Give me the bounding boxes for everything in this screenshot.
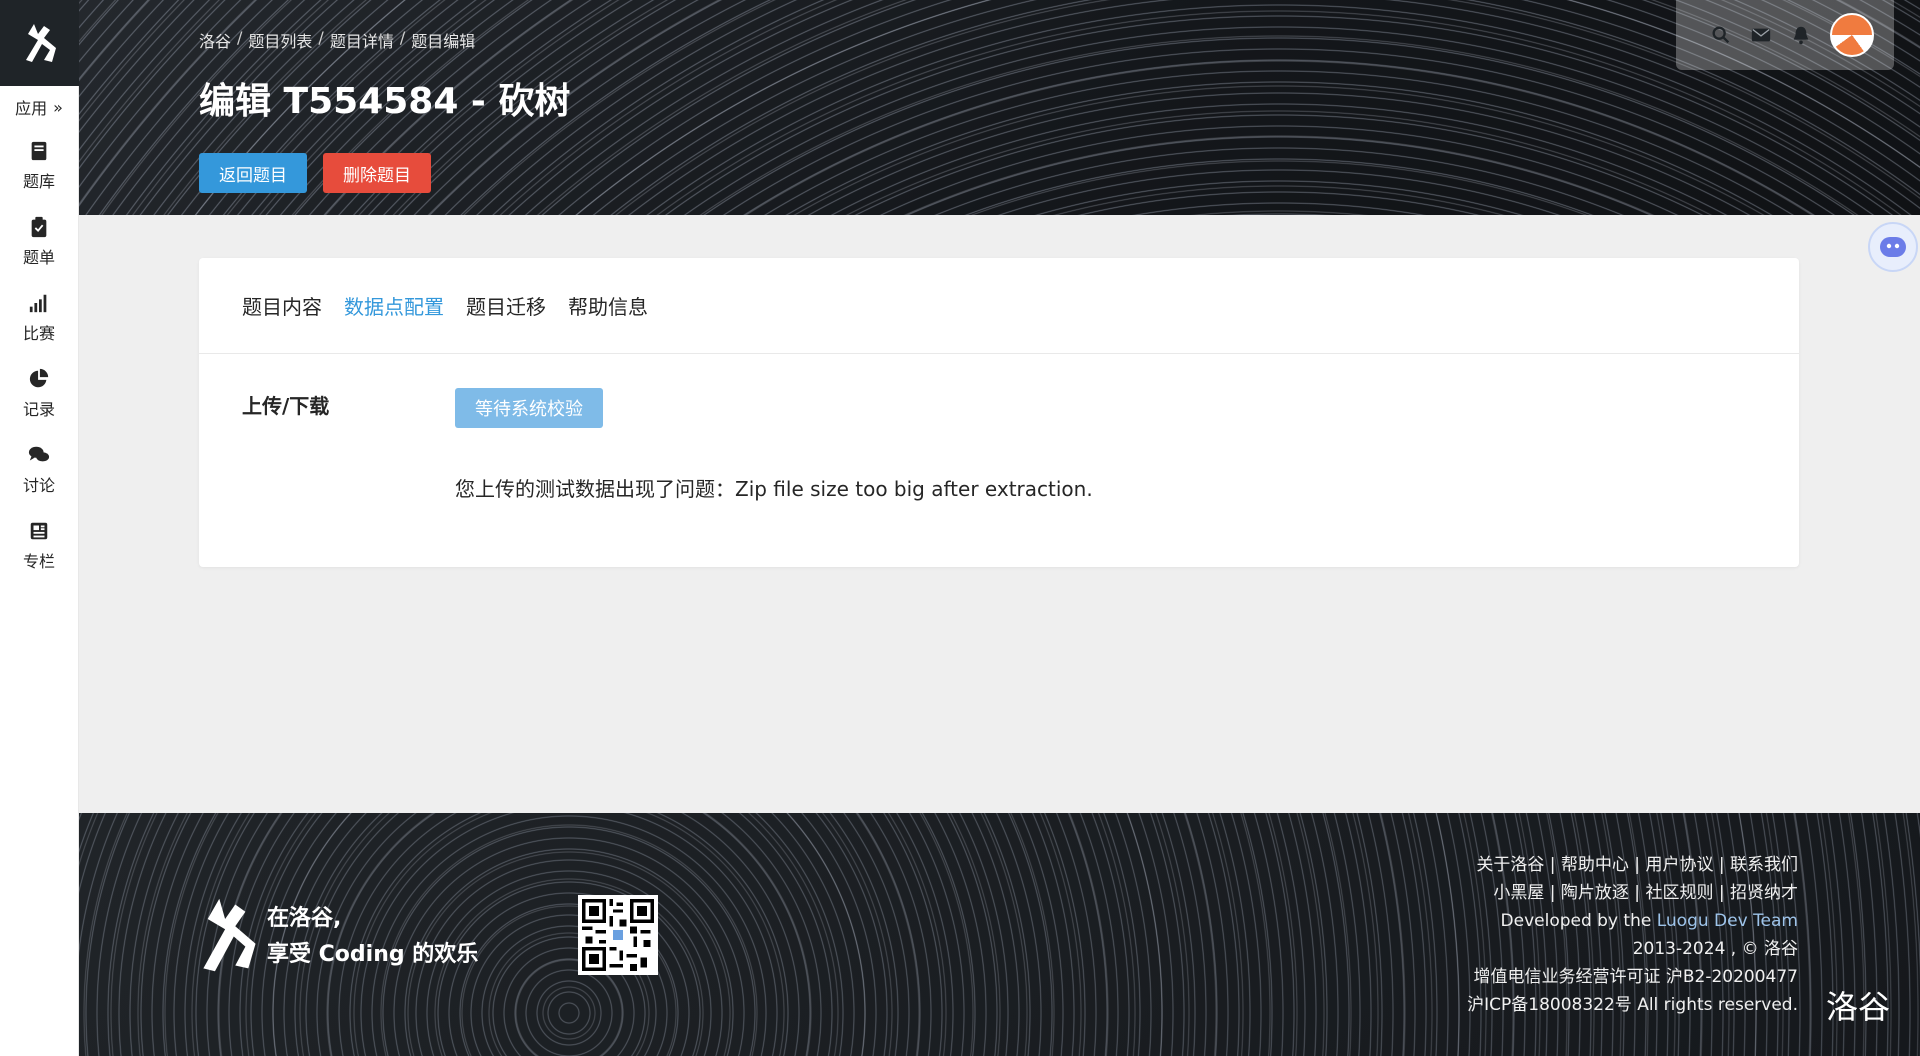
- footer-developed-by: Developed by the Luogu Dev Team: [1467, 907, 1798, 935]
- footer-link-blacklist[interactable]: 小黑屋: [1493, 883, 1544, 903]
- pending-validation-button[interactable]: 等待系统校验: [455, 388, 603, 428]
- footer-link-contact[interactable]: 联系我们: [1730, 855, 1798, 875]
- footer-link-jobs[interactable]: 招贤纳才: [1730, 883, 1798, 903]
- mail-icon[interactable]: [1750, 24, 1772, 46]
- book-icon: [31, 141, 47, 161]
- footer-link-ostracism[interactable]: 陶片放逐: [1561, 883, 1629, 903]
- qr-code-image: [582, 899, 654, 971]
- slogan-line-2: 享受 Coding 的欢乐: [267, 942, 479, 967]
- page-header: 洛谷 / 题目列表 / 题目详情 / 题目编辑 编辑 T554584 - 砍树 …: [79, 0, 1920, 215]
- pie-chart-icon: [29, 368, 49, 388]
- sidebar-item-label: 比赛: [22, 324, 55, 343]
- luogu-logo-icon: [25, 24, 56, 62]
- luogu-watermark: 洛谷: [1825, 988, 1890, 1026]
- footer-link-rules[interactable]: 社区规则: [1645, 883, 1713, 903]
- footer-links: 关于洛谷 | 帮助中心 | 用户协议 | 联系我们 小黑屋 | 陶片放逐 | 社…: [1467, 851, 1798, 1019]
- sidebar-item-record[interactable]: 记录: [0, 356, 78, 432]
- chat-bubbles-icon: [28, 446, 50, 462]
- apps-label: 应用: [15, 99, 48, 118]
- upload-error-message: 您上传的测试数据出现了问题：Zip file size too big afte…: [455, 477, 1093, 501]
- back-to-problem-button[interactable]: 返回题目: [199, 153, 307, 193]
- slogan-line-1: 在洛谷,: [267, 906, 342, 931]
- footer-license[interactable]: 增值电信业务经营许可证 沪B2-20200477: [1467, 963, 1798, 991]
- page-title: 编辑 T554584 - 砍树: [199, 81, 571, 122]
- clipboard-icon: [31, 216, 47, 238]
- dev-team-link[interactable]: Luogu Dev Team: [1657, 911, 1798, 931]
- tab-problem-migration[interactable]: 题目迁移: [466, 291, 546, 320]
- data-config-card: 题目内容 数据点配置 题目迁移 帮助信息 上传/下载 等待系统校验 您上传的测试…: [199, 258, 1799, 567]
- breadcrumb-separator: /: [399, 28, 406, 47]
- page-footer: 在洛谷, 享受 Coding 的欢乐 关于洛谷 | 帮助中心 | 用户协议 | …: [79, 813, 1920, 1056]
- footer-link-about[interactable]: 关于洛谷: [1476, 855, 1544, 875]
- tab-help-info[interactable]: 帮助信息: [568, 291, 648, 320]
- tab-testdata-config[interactable]: 数据点配置: [344, 291, 444, 320]
- luogu-logo[interactable]: [0, 0, 79, 86]
- search-icon[interactable]: [1710, 24, 1732, 46]
- robot-icon: [1880, 237, 1906, 257]
- breadcrumb-separator: /: [237, 28, 243, 47]
- breadcrumb-item[interactable]: 题目列表: [248, 28, 312, 52]
- signal-bars-icon: [29, 294, 47, 313]
- sidebar-item-label: 题库: [22, 172, 55, 191]
- footer-icp[interactable]: 沪ICP备18008322号 All rights reserved.: [1467, 991, 1798, 1019]
- avatar[interactable]: [1830, 13, 1874, 57]
- footer-links-row-2: 小黑屋 | 陶片放逐 | 社区规则 | 招贤纳才: [1493, 883, 1798, 903]
- footer-copyright: 2013-2024 , © 洛谷: [1632, 939, 1798, 959]
- sidebar-item-blog[interactable]: 专栏: [0, 508, 78, 584]
- apps-toggle[interactable]: 应用 »: [0, 86, 78, 128]
- sidebar-item-label: 专栏: [22, 552, 55, 571]
- breadcrumb-separator: /: [318, 28, 324, 47]
- sidebar-item-problems[interactable]: 题库: [0, 128, 78, 204]
- breadcrumb-item[interactable]: 题目编辑: [411, 28, 475, 52]
- sidebar: 应用 » 题库 题单 比赛 记录 讨论 专栏: [0, 0, 79, 1056]
- sidebar-item-contest[interactable]: 比赛: [0, 280, 78, 356]
- breadcrumb-item[interactable]: 题目详情: [330, 28, 394, 52]
- footer-link-help[interactable]: 帮助中心: [1561, 855, 1629, 875]
- user-toolbar: [1676, 0, 1894, 70]
- breadcrumb: 洛谷 / 题目列表 / 题目详情 / 题目编辑: [199, 28, 475, 52]
- double-chevron-right-icon: »: [53, 97, 63, 117]
- footer-slogan: 在洛谷, 享受 Coding 的欢乐: [267, 901, 478, 973]
- sidebar-item-label: 题单: [22, 248, 55, 267]
- footer-link-agreement[interactable]: 用户协议: [1645, 855, 1713, 875]
- developed-prefix: Developed by the: [1500, 911, 1652, 931]
- sidebar-item-label: 记录: [22, 400, 55, 419]
- sidebar-item-label: 讨论: [22, 476, 55, 495]
- luogu-footer-logo-icon: [203, 898, 256, 972]
- qr-code: [578, 895, 658, 975]
- footer-links-row-1: 关于洛谷 | 帮助中心 | 用户协议 | 联系我们: [1476, 855, 1798, 875]
- tab-problem-content[interactable]: 题目内容: [242, 291, 322, 320]
- bell-icon[interactable]: [1790, 24, 1812, 46]
- sidebar-item-training[interactable]: 题单: [0, 204, 78, 280]
- assistant-bot-button[interactable]: [1868, 222, 1918, 272]
- tab-bar: 题目内容 数据点配置 题目迁移 帮助信息: [199, 258, 1799, 354]
- upload-download-label: 上传/下载: [242, 394, 330, 418]
- breadcrumb-item[interactable]: 洛谷: [199, 28, 231, 52]
- newspaper-icon: [30, 522, 48, 540]
- sidebar-item-discuss[interactable]: 讨论: [0, 432, 78, 508]
- delete-problem-button[interactable]: 删除题目: [323, 153, 431, 193]
